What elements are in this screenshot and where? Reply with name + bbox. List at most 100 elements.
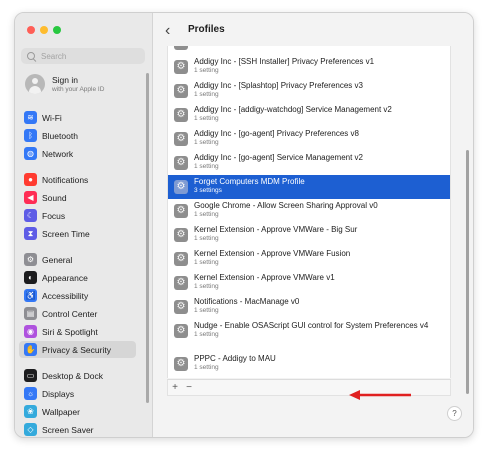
sidebar-item-label: Displays [42,388,75,399]
sidebar: Search Sign in with your Apple ID ≋ Wi-Fi… [15,13,153,437]
profile-gear-icon: ⚙ [174,180,188,194]
profile-name: Kernel Extension - Approve VMWare - Big … [194,225,358,234]
profile-row[interactable]: ⚙ Nudge - Enable OSAScript GUI control fo… [168,319,450,352]
sidebar-item[interactable]: ᛒ Bluetooth [19,127,136,144]
sidebar-item[interactable]: ◇ Screen Saver [19,421,136,437]
search-field[interactable]: Search [21,48,145,64]
profile-row[interactable]: ⚙ Addigy Inc - [addigy-watchdog] Service … [168,103,450,127]
avatar [25,74,45,94]
sidebar-item[interactable]: ◍ Network [19,145,136,162]
remove-profile-button[interactable]: − [182,382,196,393]
sidebar-item[interactable]: ⚙ General [19,251,136,268]
profile-row[interactable]: ⚙ [168,376,450,378]
sidebar-item-label: Siri & Spotlight [42,326,98,337]
sidebar-item-label: Network [42,148,74,159]
desktop-icon: ▭ [24,369,37,382]
sidebar-item[interactable]: ● Notifications [19,171,136,188]
sidebar-item[interactable]: ≋ Wi-Fi [19,109,136,126]
apple-id-sign-in[interactable]: Sign in with your Apple ID [25,74,104,94]
sign-in-title: Sign in [52,75,78,85]
profile-gear-icon: ⚙ [174,60,188,74]
profile-setting-count: 1 setting [194,162,219,170]
profile-name: Kernel Extension - Approve VMWare Fusion [194,249,351,258]
profiles-scrollbar[interactable] [466,150,469,394]
back-button[interactable]: ‹ [165,22,170,40]
profile-gear-icon: ⚙ [174,252,188,266]
sidebar-item[interactable]: ✋ Privacy & Security [19,341,136,358]
profile-name: Addigy Inc - [go-agent] Service Manageme… [194,153,363,162]
profile-row[interactable]: ⚙ Forget Computers MDM Profile 3 settings [168,175,450,199]
gear-icon: ⚙ [24,253,37,266]
speaker-icon: ◀ [24,191,37,204]
profile-name: Addigy Inc - [addigy-watchdog] Service M… [194,105,392,114]
screensaver-icon: ◇ [24,423,37,436]
sidebar-item[interactable]: ◀ Sound [19,189,136,206]
profile-row[interactable]: ⚙ Notifications - MacManage v0 1 setting [168,295,450,319]
sidebar-item[interactable]: ☾ Focus [19,207,136,224]
sidebar-item-label: Desktop & Dock [42,370,103,381]
sidebar-item[interactable]: ❀ Wallpaper [19,403,136,420]
page-title: Profiles [188,24,225,35]
profile-row[interactable]: ⚙ Kernel Extension - Approve VMWare - Big… [168,223,450,247]
zoom-window-button[interactable] [53,26,61,34]
sidebar-item-label: Screen Saver [42,424,94,435]
profile-row[interactable]: ⚙ Addigy Inc - [go-agent] Service Managem… [168,151,450,175]
search-icon [27,52,35,60]
sidebar-item-label: Control Center [42,308,98,319]
profile-row[interactable]: ⚙ Addigy Inc - [Splashtop] Privacy Prefer… [168,79,450,103]
profile-setting-count: 1 setting [194,258,219,266]
display-icon: ☼ [24,387,37,400]
profile-setting-count: 1 setting [194,138,219,146]
sidebar-item[interactable]: ▭ Desktop & Dock [19,367,136,384]
sidebar-item[interactable]: ♿ Accessibility [19,287,136,304]
profile-gear-icon: ⚙ [174,357,188,371]
profile-row[interactable]: ⚙ Addigy Inc - [SSH Installer] Privacy Pr… [168,55,450,79]
profile-name: Kernel Extension - Approve VMWare v1 [194,273,335,282]
profile-setting-count: 1 setting [194,306,219,314]
profile-gear-icon: ⚙ [174,324,188,338]
profile-gear-icon: ⚙ [174,276,188,290]
red-arrow-annotation [349,390,411,400]
profile-name: Addigy Inc - [go-agent] Privacy Preferen… [194,129,359,138]
sidebar-item-label: Screen Time [42,228,90,239]
profile-row[interactable]: ⚙ Kernel Extension - Approve VMWare Fusio… [168,247,450,271]
profile-gear-icon: ⚙ [174,300,188,314]
hourglass-icon: ⧗ [24,227,37,240]
globe-icon: ◍ [24,147,37,160]
profile-row[interactable]: ⚙ Addigy Inc - [go-agent] Privacy Prefere… [168,127,450,151]
minimize-window-button[interactable] [40,26,48,34]
profile-setting-count: 1 setting [194,234,219,242]
sidebar-item[interactable]: ☼ Displays [19,385,136,402]
help-button[interactable]: ? [447,406,462,421]
accessibility-icon: ♿ [24,289,37,302]
sidebar-item[interactable]: ◐ Appearance [19,269,136,286]
sidebar-item-label: Notifications [42,174,89,185]
profile-gear-icon: ⚙ [174,204,188,218]
profile-row[interactable]: ⚙ Kernel Extension - Approve VMWare v1 1 s… [168,271,450,295]
sidebar-item-label: Sound [42,192,67,203]
moon-icon: ☾ [24,209,37,222]
sidebar-item-label: Wi-Fi [42,112,62,123]
sidebar-item[interactable]: ◉ Siri & Spotlight [19,323,136,340]
profile-setting-count: 1 setting [194,90,219,98]
profile-row[interactable]: ⚙ Google Chrome - Allow Screen Sharing Ap… [168,199,450,223]
close-window-button[interactable] [27,26,35,34]
profile-gear-icon: ⚙ [174,228,188,242]
sidebar-item[interactable]: ▤ Control Center [19,305,136,322]
sidebar-item-label: Accessibility [42,290,89,301]
profile-name: Notifications - MacManage v0 [194,297,300,306]
profile-name: Forget Computers MDM Profile [194,177,305,186]
sidebar-item-label: Appearance [42,272,88,283]
profiles-pane: ‹ Profiles ⚙ ⚙ Addigy Inc - [SSH Installer… [153,13,473,437]
add-profile-button[interactable]: + [168,382,182,393]
hand-icon: ✋ [24,343,37,356]
sidebar-item[interactable]: ⧗ Screen Time [19,225,136,242]
profile-gear-icon: ⚙ [174,156,188,170]
profile-setting-count: 1 setting [194,330,219,338]
profile-row[interactable]: ⚙ PPPC - Addigy to MAU 1 setting [168,352,450,376]
profile-name: PPPC - Addigy to MAU [194,354,276,363]
search-placeholder: Search [41,51,67,61]
sidebar-scrollbar[interactable] [146,73,149,403]
profile-row[interactable]: ⚙ [168,46,450,55]
appearance-icon: ◐ [24,271,37,284]
